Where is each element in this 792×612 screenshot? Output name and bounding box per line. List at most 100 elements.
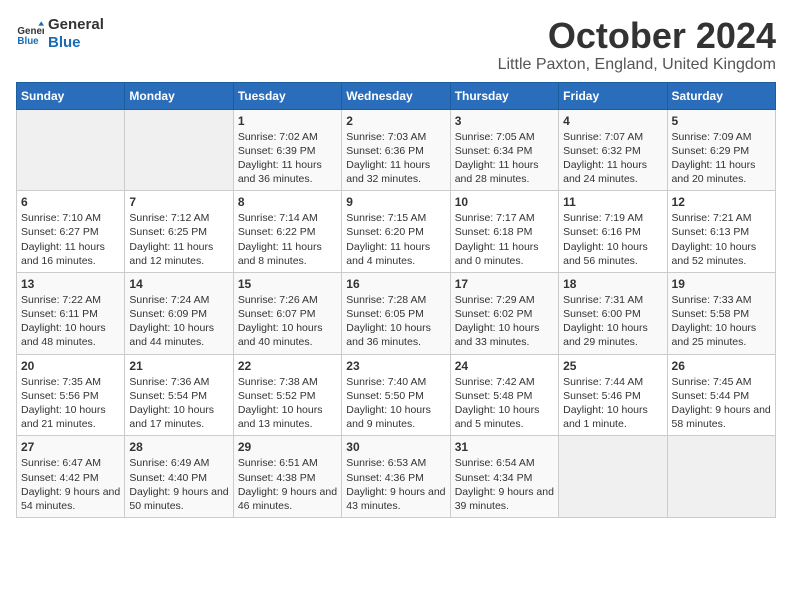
cell-info: Sunrise: 7:07 AMSunset: 6:32 PMDaylight:… <box>563 130 662 187</box>
header-thursday: Thursday <box>450 82 558 109</box>
calendar-cell <box>125 109 233 191</box>
calendar-week-row: 20Sunrise: 7:35 AMSunset: 5:56 PMDayligh… <box>17 354 776 436</box>
calendar-cell <box>17 109 125 191</box>
calendar-cell: 30 Sunrise: 6:53 AMSunset: 4:36 PMDayligh… <box>342 436 450 518</box>
cell-info: Sunrise: 7:44 AMSunset: 5:46 PMDaylight:… <box>563 375 662 432</box>
calendar-cell: 10Sunrise: 7:17 AMSunset: 6:18 PMDayligh… <box>450 191 558 273</box>
calendar-cell <box>667 436 775 518</box>
calendar-cell: 1Sunrise: 7:02 AMSunset: 6:39 PMDaylight… <box>233 109 341 191</box>
calendar-cell: 9Sunrise: 7:15 AMSunset: 6:20 PMDaylight… <box>342 191 450 273</box>
cell-info: Sunrise: 6:47 AMSunset: 4:42 PMDaylight:… <box>21 456 120 513</box>
cell-info: Sunrise: 7:24 AMSunset: 6:09 PMDaylight:… <box>129 293 228 350</box>
calendar-cell: 20Sunrise: 7:35 AMSunset: 5:56 PMDayligh… <box>17 354 125 436</box>
day-number: 29 <box>238 440 337 454</box>
calendar-cell: 2 Sunrise: 7:03 AMSunset: 6:36 PMDaylight… <box>342 109 450 191</box>
calendar-cell: 12 Sunrise: 7:21 AMSunset: 6:13 PMDayligh… <box>667 191 775 273</box>
cell-info: Sunrise: 7:45 AMSunset: 5:44 PMDaylight:… <box>672 375 771 432</box>
page-header: General Blue General Blue October 2024 L… <box>16 16 776 74</box>
calendar-week-row: 6 Sunrise: 7:10 AMSunset: 6:27 PMDaylight… <box>17 191 776 273</box>
day-number: 21 <box>129 359 228 373</box>
cell-info: Sunrise: 6:53 AMSunset: 4:36 PMDaylight:… <box>346 456 445 513</box>
calendar-cell: 13Sunrise: 7:22 AMSunset: 6:11 PMDayligh… <box>17 272 125 354</box>
calendar-cell: 23Sunrise: 7:40 AMSunset: 5:50 PMDayligh… <box>342 354 450 436</box>
cell-info: Sunrise: 7:26 AMSunset: 6:07 PMDaylight:… <box>238 293 337 350</box>
cell-info: Sunrise: 6:54 AMSunset: 4:34 PMDaylight:… <box>455 456 554 513</box>
day-number: 13 <box>21 277 120 291</box>
day-number: 15 <box>238 277 337 291</box>
svg-text:Blue: Blue <box>17 36 39 47</box>
calendar-cell: 29 Sunrise: 6:51 AMSunset: 4:38 PMDayligh… <box>233 436 341 518</box>
day-number: 17 <box>455 277 554 291</box>
calendar-cell: 31 Sunrise: 6:54 AMSunset: 4:34 PMDayligh… <box>450 436 558 518</box>
cell-info: Sunrise: 7:05 AMSunset: 6:34 PMDaylight:… <box>455 130 554 187</box>
day-number: 26 <box>672 359 771 373</box>
title-area: October 2024 Little Paxton, England, Uni… <box>498 16 776 74</box>
day-number: 7 <box>129 195 228 209</box>
calendar-cell: 6 Sunrise: 7:10 AMSunset: 6:27 PMDaylight… <box>17 191 125 273</box>
calendar-week-row: 13Sunrise: 7:22 AMSunset: 6:11 PMDayligh… <box>17 272 776 354</box>
calendar-week-row: 1Sunrise: 7:02 AMSunset: 6:39 PMDaylight… <box>17 109 776 191</box>
day-number: 12 <box>672 195 771 209</box>
day-number: 5 <box>672 114 771 128</box>
day-number: 2 <box>346 114 445 128</box>
month-title: October 2024 <box>498 16 776 56</box>
day-number: 20 <box>21 359 120 373</box>
cell-info: Sunrise: 7:02 AMSunset: 6:39 PMDaylight:… <box>238 130 337 187</box>
cell-info: Sunrise: 7:31 AMSunset: 6:00 PMDaylight:… <box>563 293 662 350</box>
day-number: 10 <box>455 195 554 209</box>
header-monday: Monday <box>125 82 233 109</box>
cell-info: Sunrise: 6:49 AMSunset: 4:40 PMDaylight:… <box>129 456 228 513</box>
header-sunday: Sunday <box>17 82 125 109</box>
day-number: 4 <box>563 114 662 128</box>
calendar-cell: 14 Sunrise: 7:24 AMSunset: 6:09 PMDayligh… <box>125 272 233 354</box>
location-title: Little Paxton, England, United Kingdom <box>498 56 776 74</box>
day-number: 14 <box>129 277 228 291</box>
cell-info: Sunrise: 7:12 AMSunset: 6:25 PMDaylight:… <box>129 211 228 268</box>
header-wednesday: Wednesday <box>342 82 450 109</box>
calendar-cell: 18Sunrise: 7:31 AMSunset: 6:00 PMDayligh… <box>559 272 667 354</box>
day-number: 31 <box>455 440 554 454</box>
day-number: 24 <box>455 359 554 373</box>
day-number: 28 <box>129 440 228 454</box>
day-number: 30 <box>346 440 445 454</box>
cell-info: Sunrise: 7:38 AMSunset: 5:52 PMDaylight:… <box>238 375 337 432</box>
cell-info: Sunrise: 7:33 AMSunset: 5:58 PMDaylight:… <box>672 293 771 350</box>
calendar-cell: 17 Sunrise: 7:29 AMSunset: 6:02 PMDayligh… <box>450 272 558 354</box>
day-number: 9 <box>346 195 445 209</box>
day-number: 22 <box>238 359 337 373</box>
header-friday: Friday <box>559 82 667 109</box>
header-tuesday: Tuesday <box>233 82 341 109</box>
logo-line1: General <box>48 16 104 34</box>
cell-info: Sunrise: 7:36 AMSunset: 5:54 PMDaylight:… <box>129 375 228 432</box>
calendar-cell: 8Sunrise: 7:14 AMSunset: 6:22 PMDaylight… <box>233 191 341 273</box>
calendar-cell: 24 Sunrise: 7:42 AMSunset: 5:48 PMDayligh… <box>450 354 558 436</box>
cell-info: Sunrise: 7:42 AMSunset: 5:48 PMDaylight:… <box>455 375 554 432</box>
day-number: 3 <box>455 114 554 128</box>
cell-info: Sunrise: 7:21 AMSunset: 6:13 PMDaylight:… <box>672 211 771 268</box>
header-saturday: Saturday <box>667 82 775 109</box>
day-number: 23 <box>346 359 445 373</box>
calendar-cell: 21 Sunrise: 7:36 AMSunset: 5:54 PMDayligh… <box>125 354 233 436</box>
day-number: 19 <box>672 277 771 291</box>
logo-line2: Blue <box>48 34 104 52</box>
cell-info: Sunrise: 6:51 AMSunset: 4:38 PMDaylight:… <box>238 456 337 513</box>
calendar-cell: 16 Sunrise: 7:28 AMSunset: 6:05 PMDayligh… <box>342 272 450 354</box>
calendar-cell: 15 Sunrise: 7:26 AMSunset: 6:07 PMDayligh… <box>233 272 341 354</box>
day-number: 6 <box>21 195 120 209</box>
calendar-cell: 26 Sunrise: 7:45 AMSunset: 5:44 PMDayligh… <box>667 354 775 436</box>
day-number: 11 <box>563 195 662 209</box>
calendar-cell: 11 Sunrise: 7:19 AMSunset: 6:16 PMDayligh… <box>559 191 667 273</box>
day-number: 16 <box>346 277 445 291</box>
calendar-cell: 27Sunrise: 6:47 AMSunset: 4:42 PMDayligh… <box>17 436 125 518</box>
cell-info: Sunrise: 7:09 AMSunset: 6:29 PMDaylight:… <box>672 130 771 187</box>
calendar-cell: 4 Sunrise: 7:07 AMSunset: 6:32 PMDaylight… <box>559 109 667 191</box>
calendar-table: SundayMondayTuesdayWednesdayThursdayFrid… <box>16 82 776 518</box>
cell-info: Sunrise: 7:03 AMSunset: 6:36 PMDaylight:… <box>346 130 445 187</box>
calendar-cell: 19 Sunrise: 7:33 AMSunset: 5:58 PMDayligh… <box>667 272 775 354</box>
calendar-cell: 7 Sunrise: 7:12 AMSunset: 6:25 PMDaylight… <box>125 191 233 273</box>
cell-info: Sunrise: 7:28 AMSunset: 6:05 PMDaylight:… <box>346 293 445 350</box>
day-number: 25 <box>563 359 662 373</box>
cell-info: Sunrise: 7:10 AMSunset: 6:27 PMDaylight:… <box>21 211 120 268</box>
cell-info: Sunrise: 7:19 AMSunset: 6:16 PMDaylight:… <box>563 211 662 268</box>
cell-info: Sunrise: 7:29 AMSunset: 6:02 PMDaylight:… <box>455 293 554 350</box>
